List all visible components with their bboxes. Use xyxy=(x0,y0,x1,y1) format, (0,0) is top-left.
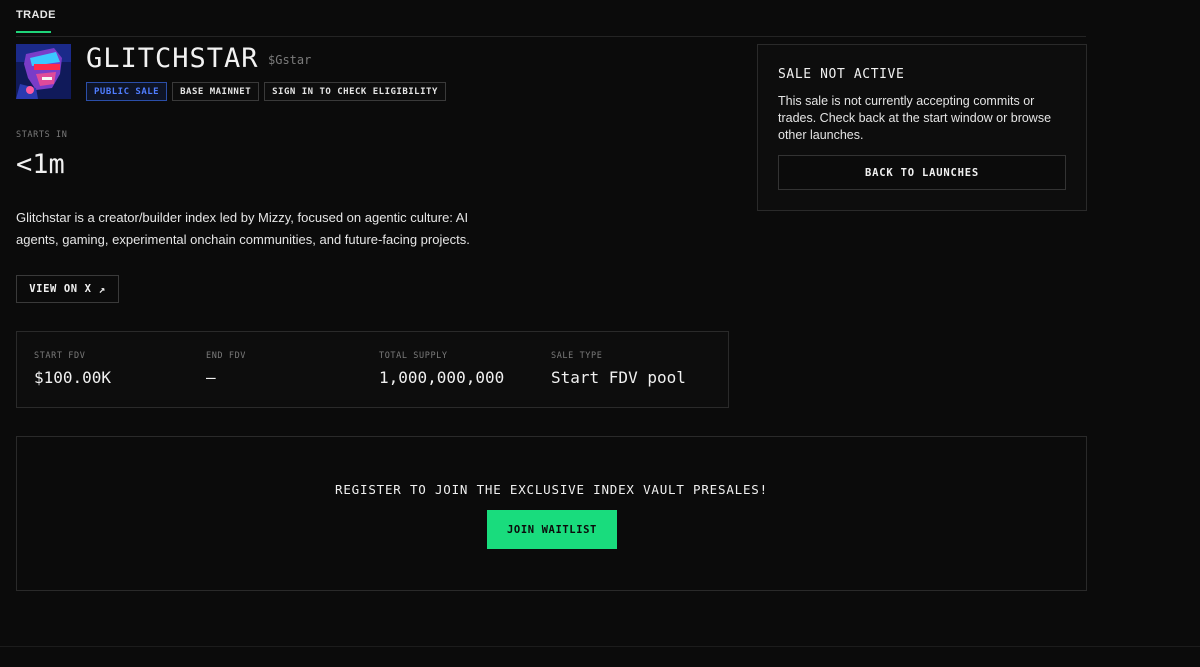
view-on-x-button[interactable]: VIEW ON X ↗ xyxy=(16,275,119,303)
glitchstar-avatar-icon xyxy=(16,44,71,99)
stat-label: START FDV xyxy=(34,351,86,361)
badge-sign-in[interactable]: SIGN IN TO CHECK ELIGIBILITY xyxy=(264,82,446,101)
stats-panel: START FDV $100.00K END FDV — TOTAL SUPPL… xyxy=(16,331,729,408)
join-waitlist-button[interactable]: JOIN WAITLIST xyxy=(487,510,617,549)
token-ticker: $Gstar xyxy=(268,53,312,67)
waitlist-text: REGISTER TO JOIN THE EXCLUSIVE INDEX VAU… xyxy=(335,482,768,497)
stat-value: 1,000,000,000 xyxy=(379,368,505,387)
token-avatar xyxy=(16,44,71,99)
stat-start-fdv: START FDV $100.00K xyxy=(34,351,111,387)
badge-public-sale: PUBLIC SALE xyxy=(86,82,168,101)
stat-label: SALE TYPE xyxy=(551,351,603,361)
stat-value: — xyxy=(206,368,216,387)
view-on-x-label: VIEW ON X xyxy=(29,283,92,295)
external-link-icon: ↗ xyxy=(98,282,106,296)
stat-label: TOTAL SUPPLY xyxy=(379,351,448,361)
footer-divider xyxy=(0,646,1200,647)
active-tab-indicator xyxy=(16,31,51,33)
tab-trade[interactable]: TRADE xyxy=(16,9,56,21)
stat-total-supply: TOTAL SUPPLY 1,000,000,000 xyxy=(379,351,504,387)
stat-sale-type: SALE TYPE Start FDV pool xyxy=(551,351,686,387)
sale-status-card: SALE NOT ACTIVE This sale is not current… xyxy=(757,44,1087,211)
stat-value: $100.00K xyxy=(34,368,112,387)
countdown-label: STARTS IN xyxy=(16,130,68,140)
countdown-value: <1m xyxy=(16,149,65,180)
badge-row: PUBLIC SALE BASE MAINNET SIGN IN TO CHEC… xyxy=(86,82,446,101)
stat-value: Start FDV pool xyxy=(551,368,686,387)
token-name: GLITCHSTAR xyxy=(86,43,259,74)
badge-network: BASE MAINNET xyxy=(172,82,260,101)
sale-status-title: SALE NOT ACTIVE xyxy=(778,67,905,82)
tab-bar: TRADE xyxy=(16,0,1086,37)
stat-label: END FDV xyxy=(206,351,247,361)
sale-status-text: This sale is not currently accepting com… xyxy=(778,94,1052,142)
back-to-launches-button[interactable]: BACK TO LAUNCHES xyxy=(778,155,1066,190)
waitlist-panel: REGISTER TO JOIN THE EXCLUSIVE INDEX VAU… xyxy=(16,436,1087,591)
token-description: Glitchstar is a creator/builder index le… xyxy=(16,210,470,247)
stat-end-fdv: END FDV — xyxy=(206,351,246,387)
